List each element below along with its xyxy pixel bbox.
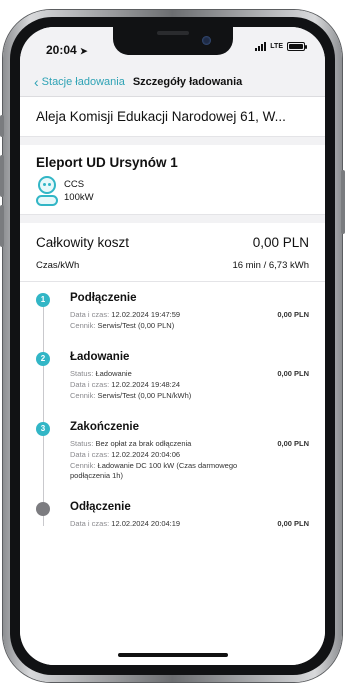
section-separator — [20, 137, 325, 145]
event-detail-row: Data i czas: 12.02.2024 19:48:24 — [70, 380, 309, 390]
detail-value: 12.02.2024 19:48:24 — [111, 380, 181, 389]
connector-details: CCS 100kW — [64, 178, 94, 204]
detail-key: Cennik: — [70, 391, 96, 400]
timeline-line — [43, 302, 44, 526]
signal-icon — [255, 42, 267, 51]
detail-key: Data i czas: — [70, 519, 110, 528]
detail-value: 12.02.2024 20:04:19 — [111, 519, 181, 528]
event-title: Ładowanie — [70, 351, 130, 363]
detail-key: Data i czas: — [70, 380, 110, 389]
step-3-badge: 3 — [36, 422, 50, 436]
battery-icon — [287, 42, 307, 51]
mute-switch — [0, 115, 4, 137]
status-icons: LTE — [255, 42, 307, 51]
section-separator — [20, 215, 325, 223]
chevron-left-icon[interactable]: ‹ — [34, 75, 39, 89]
step-1-badge: 1 — [36, 293, 50, 307]
detail-value: 12.02.2024 19:47:59 — [111, 310, 181, 319]
status-time-text: 20:04 — [46, 43, 77, 57]
phone-bezel: 20:04 ➤ LTE ‹ Stacje ładowania Szczegóły… — [10, 17, 335, 675]
event-detail-row: Cennik: Ładowanie DC 100 kW (Czas darmow… — [70, 461, 309, 481]
ccs-connector-icon — [36, 176, 58, 206]
event-amount: 0,00 PLN — [277, 439, 309, 448]
detail-key: Status: — [70, 439, 94, 448]
status-time: 20:04 ➤ — [46, 43, 88, 57]
connector-power: 100kW — [64, 192, 94, 203]
speaker-grille — [156, 31, 189, 35]
event-amount: 0,00 PLN — [277, 519, 309, 528]
time-energy-label: Czas/kWh — [36, 260, 80, 271]
event-amount: 0,00 PLN — [277, 310, 309, 319]
event-detail-row: Status: Ładowanie 0,00 PLN — [70, 369, 309, 379]
timeline-event-connection: 1 Podłączenie Data i czas: 12.02.2024 19… — [20, 292, 309, 331]
timeline-event-disconnection: Odłączenie Data i czas: 12.02.2024 20:04… — [20, 501, 309, 529]
connector-type: CCS — [64, 179, 85, 190]
total-cost-label: Całkowity koszt — [36, 235, 130, 250]
volume-down-button — [0, 205, 4, 247]
station-section: Eleport UD Ursynów 1 CCS 100kW — [20, 145, 325, 215]
detail-key: Data i czas: — [70, 450, 110, 459]
detail-value: Serwis/Test (0,00 PLN/kWh) — [97, 391, 192, 400]
event-detail-row: Cennik: Serwis/Test (0,00 PLN/kWh) — [70, 391, 309, 401]
total-cost-row: Całkowity koszt 0,00 PLN — [36, 235, 309, 250]
navigation-bar: ‹ Stacje ładowania Szczegóły ładowania — [20, 67, 325, 97]
page-title: Szczegóły ładowania — [132, 75, 243, 88]
cost-section: Całkowity koszt 0,00 PLN Czas/kWh 16 min… — [20, 223, 325, 282]
event-detail-row: Data i czas: 12.02.2024 20:04:06 — [70, 450, 309, 460]
detail-value: 12.02.2024 20:04:06 — [111, 450, 181, 459]
event-detail-row: Data i czas: 12.02.2024 20:04:19 0,00 PL… — [70, 519, 309, 529]
station-address: Aleja Komisji Edukacji Narodowej 61, W..… — [20, 97, 325, 137]
location-arrow-icon: ➤ — [80, 46, 88, 56]
event-detail-row: Data i czas: 12.02.2024 19:47:59 0,00 PL… — [70, 310, 309, 320]
total-cost-value: 0,00 PLN — [252, 235, 309, 250]
timeline-event-charging: 2 Ładowanie Status: Ładowanie 0,00 PLN D… — [20, 351, 309, 401]
station-name: Eleport UD Ursynów 1 — [36, 155, 178, 170]
detail-key: Cennik: — [70, 321, 96, 330]
event-amount: 0,00 PLN — [277, 369, 309, 378]
event-detail-row: Cennik: Serwis/Test (0,00 PLN) — [70, 321, 309, 331]
time-energy-row: Czas/kWh 16 min / 6,73 kWh — [36, 260, 309, 271]
volume-up-button — [0, 155, 4, 197]
step-2-badge: 2 — [36, 352, 50, 366]
time-energy-value: 16 min / 6,73 kWh — [232, 260, 309, 271]
detail-key: Status: — [70, 369, 94, 378]
phone-screen: 20:04 ➤ LTE ‹ Stacje ładowania Szczegóły… — [20, 27, 325, 665]
session-timeline: 1 Podłączenie Data i czas: 12.02.2024 19… — [20, 282, 325, 529]
home-indicator[interactable] — [117, 653, 228, 657]
event-title: Zakończenie — [70, 421, 140, 433]
connector-info: CCS 100kW — [36, 176, 309, 206]
detail-value: Serwis/Test (0,00 PLN) — [97, 321, 175, 330]
network-label: LTE — [270, 43, 283, 50]
detail-key: Data i czas: — [70, 310, 110, 319]
event-detail-row: Status: Bez opłat za brak odłączenia 0,0… — [70, 439, 309, 449]
front-camera — [201, 36, 211, 45]
power-button — [341, 170, 345, 234]
detail-value: Ładowanie — [95, 369, 132, 378]
event-title: Odłączenie — [70, 501, 131, 513]
step-4-dot — [36, 502, 50, 516]
main-content: Aleja Komisji Edukacji Narodowej 61, W..… — [20, 97, 325, 665]
detail-key: Cennik: — [70, 461, 96, 470]
detail-value: Ładowanie DC 100 kW (Czas darmowego podł… — [70, 461, 238, 480]
timeline-event-completion: 3 Zakończenie Status: Bez opłat za brak … — [20, 421, 309, 481]
phone-frame: 20:04 ➤ LTE ‹ Stacje ładowania Szczegóły… — [0, 10, 345, 682]
notch — [112, 27, 233, 55]
back-button[interactable]: Stacje ładowania — [42, 76, 125, 88]
event-title: Podłączenie — [70, 292, 137, 304]
detail-value: Bez opłat za brak odłączenia — [95, 439, 192, 448]
